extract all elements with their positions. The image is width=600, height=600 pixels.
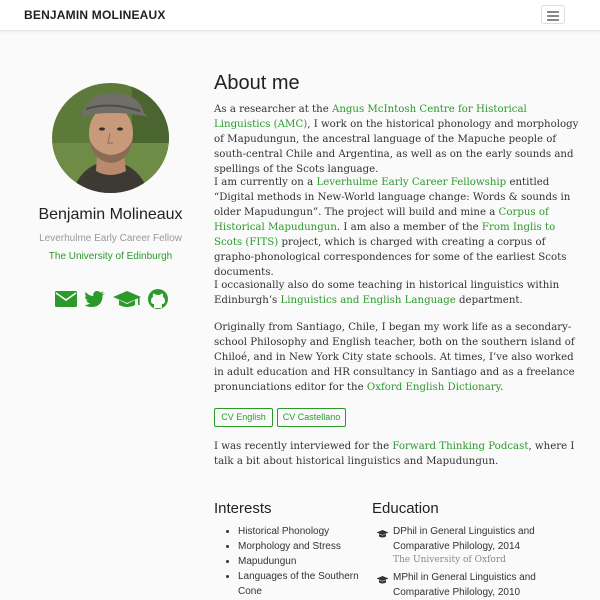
cv-castellano-button[interactable]: CV Castellano — [277, 408, 346, 427]
interests-list: Historical Phonology Morphology and Stre… — [222, 524, 378, 599]
list-item: Mapudungun — [238, 554, 378, 569]
about-paragraph-4: Originally from Santiago, Chile, I began… — [214, 320, 579, 395]
text: . I am also a member of the — [336, 222, 482, 233]
about-paragraph-1: As a researcher at the Angus McIntosh Ce… — [214, 102, 579, 177]
graduation-cap-icon — [376, 526, 389, 538]
profile-name: Benjamin Molineaux — [38, 206, 183, 223]
text: . — [500, 382, 504, 393]
about-heading: About me — [214, 72, 300, 94]
text: As a researcher at the — [214, 104, 332, 115]
list-item: Languages of the Southern Cone — [238, 569, 378, 599]
graduation-cap-icon — [376, 572, 389, 584]
cv-english-button[interactable]: CV English — [214, 408, 273, 427]
education-item: DPhil in General Linguistics and Compara… — [372, 524, 572, 569]
site-brand[interactable]: BENJAMIN MOLINEAUX — [24, 8, 166, 22]
profile-organization-link[interactable]: The University of Edinburgh — [0, 251, 221, 262]
about-paragraph-5: I was recently interviewed for the Forwa… — [214, 439, 579, 469]
avatar — [52, 83, 169, 193]
oed-link[interactable]: Oxford English Dictionary — [367, 382, 500, 393]
graduation-cap-icon[interactable] — [112, 288, 142, 310]
education-degree: DPhil in General Linguistics and Compara… — [393, 526, 535, 552]
about-paragraph-2: I am currently on a Leverhulme Early Car… — [214, 175, 579, 280]
social-links — [54, 288, 174, 310]
list-item: Historical Phonology — [238, 524, 378, 539]
text: I was recently interviewed for the — [214, 441, 393, 452]
profile-role: Leverhulme Early Career Fellow — [39, 233, 182, 244]
education-degree: MPhil in General Linguistics and Compara… — [393, 572, 536, 598]
education-heading: Education — [372, 500, 439, 517]
text: I am currently on a — [214, 177, 317, 188]
leverhulme-link[interactable]: Leverhulme Early Career Fellowship — [316, 177, 506, 188]
envelope-icon[interactable] — [54, 288, 78, 310]
github-icon[interactable] — [146, 288, 170, 310]
lel-link[interactable]: Linguistics and English Language — [281, 295, 456, 306]
list-item: Morphology and Stress — [238, 539, 378, 554]
interests-heading: Interests — [214, 500, 272, 517]
twitter-icon[interactable] — [83, 288, 107, 310]
navbar: BENJAMIN MOLINEAUX — [0, 0, 600, 31]
education-item: MPhil in General Linguistics and Compara… — [372, 570, 572, 600]
education-school: The University of Oxford — [393, 555, 506, 565]
hamburger-menu-icon[interactable] — [541, 5, 565, 24]
podcast-link[interactable]: Forward Thinking Podcast — [392, 441, 528, 452]
text: department. — [455, 295, 523, 306]
about-paragraph-3: I occasionally also do some teaching in … — [214, 278, 579, 308]
